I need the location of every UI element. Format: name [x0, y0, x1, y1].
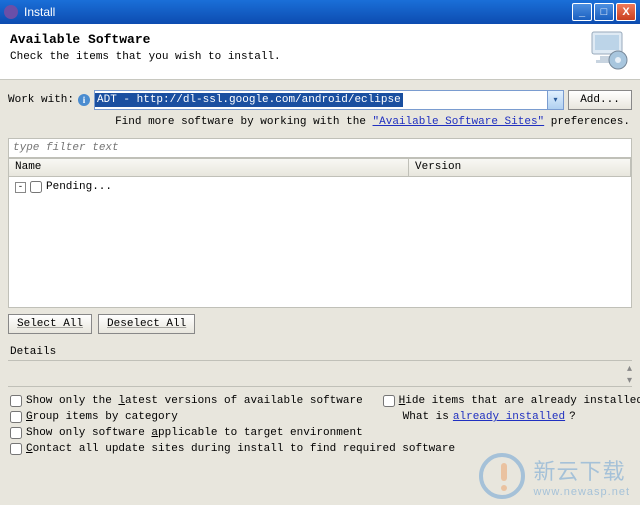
option-group[interactable]: Group items by category: [10, 411, 363, 423]
already-installed-link[interactable]: already installed: [453, 411, 565, 423]
tree-expand-icon[interactable]: -: [15, 182, 26, 193]
app-icon: [4, 5, 18, 19]
option-latest[interactable]: Show only the latest versions of availab…: [10, 395, 363, 407]
filter-input[interactable]: [8, 138, 632, 158]
option-applicable[interactable]: Show only software applicable to target …: [10, 427, 640, 439]
select-all-button[interactable]: Select All: [8, 314, 92, 334]
option-contact[interactable]: Contact all update sites during install …: [10, 443, 640, 455]
header-area: Available Software Check the items that …: [0, 24, 640, 80]
expand-collapse-icon[interactable]: ▴▾: [627, 363, 632, 387]
option-contact-checkbox[interactable]: [10, 443, 22, 455]
option-hide[interactable]: Hide items that are already installed: [383, 395, 640, 407]
watermark-url: www.newasp.net: [533, 486, 630, 498]
work-with-label: Work with:: [8, 94, 74, 106]
work-with-combo[interactable]: ADT - http://dl-ssl.google.com/android/e…: [94, 90, 564, 110]
details-box: ▴▾: [8, 360, 632, 380]
window-minimize-button[interactable]: _: [572, 3, 592, 21]
hint-row: Find more software by working with the "…: [0, 114, 640, 134]
work-with-value: ADT - http://dl-ssl.google.com/android/e…: [95, 93, 403, 107]
options-panel: Show only the latest versions of availab…: [0, 387, 640, 463]
window-maximize-button[interactable]: □: [594, 3, 614, 21]
option-hide-checkbox[interactable]: [383, 395, 395, 407]
work-with-row: Work with: i ADT - http://dl-ssl.google.…: [0, 80, 640, 114]
details-label: Details: [0, 340, 640, 360]
column-name[interactable]: Name: [9, 159, 409, 176]
table-row[interactable]: - Pending...: [15, 181, 625, 193]
what-is-installed: What is already installed?: [383, 411, 640, 423]
option-latest-checkbox[interactable]: [10, 395, 22, 407]
chevron-down-icon[interactable]: ▾: [547, 91, 563, 109]
row-label: Pending...: [46, 181, 112, 193]
column-version[interactable]: Version: [409, 159, 631, 176]
install-icon: [586, 28, 630, 72]
row-checkbox[interactable]: [30, 181, 42, 193]
deselect-all-button[interactable]: Deselect All: [98, 314, 195, 334]
software-table: Name Version - Pending...: [8, 158, 632, 308]
option-applicable-checkbox[interactable]: [10, 427, 22, 439]
window-close-button[interactable]: X: [616, 3, 636, 21]
info-icon: i: [78, 94, 90, 106]
available-sites-link[interactable]: "Available Software Sites": [373, 116, 545, 128]
page-subtitle: Check the items that you wish to install…: [10, 51, 630, 63]
add-button[interactable]: Add...: [568, 90, 632, 110]
window-title: Install: [24, 5, 572, 19]
page-title: Available Software: [10, 32, 630, 47]
titlebar: Install _ □ X: [0, 0, 640, 24]
option-group-checkbox[interactable]: [10, 411, 22, 423]
dialog-content: Available Software Check the items that …: [0, 24, 640, 463]
table-header: Name Version: [9, 159, 631, 177]
